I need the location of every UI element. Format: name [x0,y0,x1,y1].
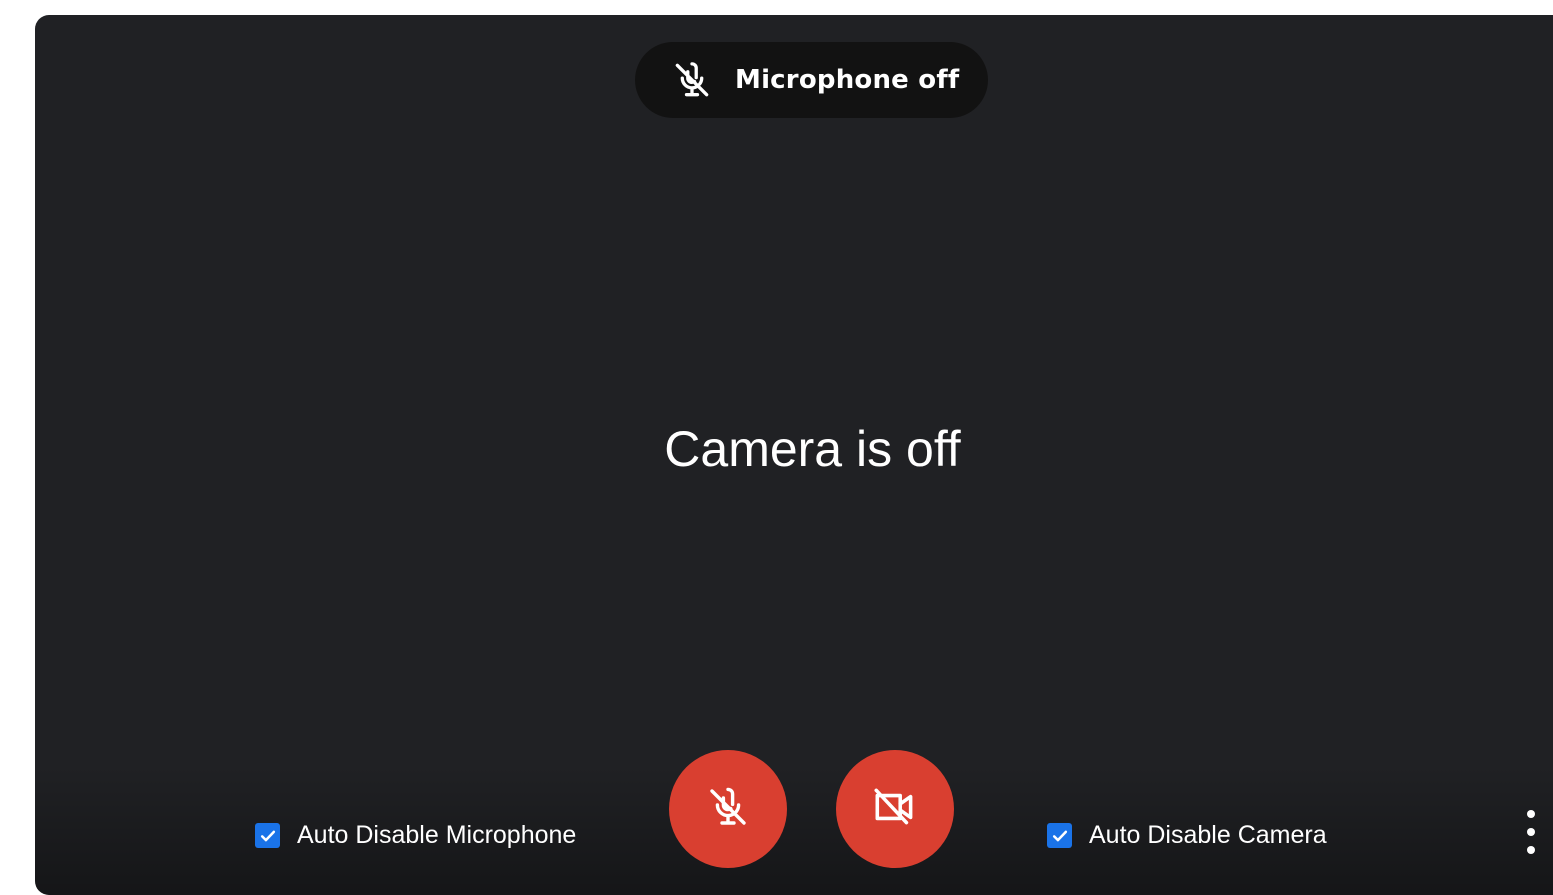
checkmark-icon [1052,830,1067,841]
camera-status-text: Camera is off [664,421,961,477]
camera-off-icon [870,782,920,837]
microphone-status-label: Microphone off [735,65,960,95]
auto-disable-camera-label[interactable]: Auto Disable Camera [1089,821,1327,850]
auto-disable-camera-option[interactable]: Auto Disable Camera [1047,821,1327,850]
more-vert-icon[interactable] [1516,810,1546,854]
checkmark-icon [260,830,275,841]
mic-off-icon [704,783,752,836]
auto-disable-microphone-checkbox[interactable] [255,823,280,848]
auto-disable-microphone-option[interactable]: Auto Disable Microphone [255,821,576,850]
microphone-status-pill: Microphone off [635,42,988,118]
auto-disable-camera-checkbox[interactable] [1047,823,1072,848]
mic-off-icon [669,57,715,103]
video-preview: Microphone off Camera is off Auto Disabl… [35,15,1553,895]
camera-toggle-button[interactable] [836,750,954,868]
microphone-toggle-button[interactable] [669,750,787,868]
auto-disable-microphone-label[interactable]: Auto Disable Microphone [297,821,576,850]
